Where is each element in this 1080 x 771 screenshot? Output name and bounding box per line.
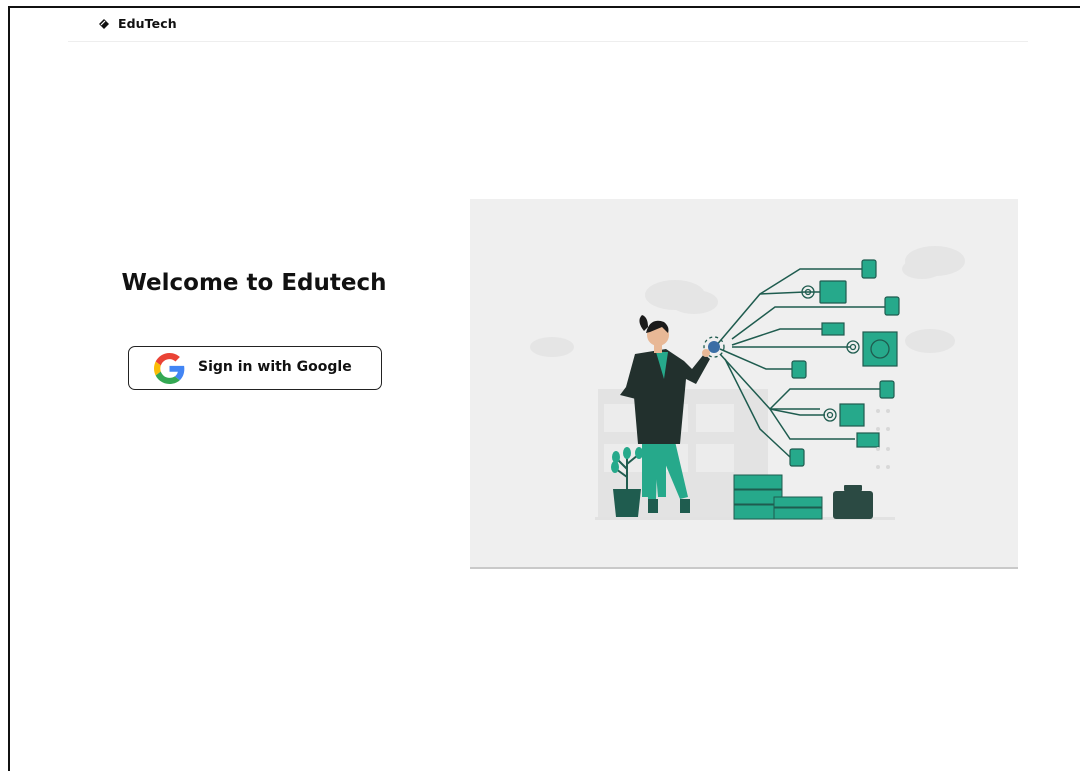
google-g-icon [154,353,185,384]
google-button-label: Sign in with Google [198,359,352,375]
hero-illustration [470,199,1018,569]
brand-name: EduTech [118,16,177,31]
woman-with-technology-network-illustration [530,246,965,520]
diamond-logo-icon [99,18,109,29]
sign-in-with-google-button[interactable]: Sign in with Google [128,346,382,390]
welcome-title: Welcome to Edutech [121,270,387,296]
top-navigation-bar: EduTech [68,6,1028,42]
brand[interactable]: EduTech [99,16,177,31]
